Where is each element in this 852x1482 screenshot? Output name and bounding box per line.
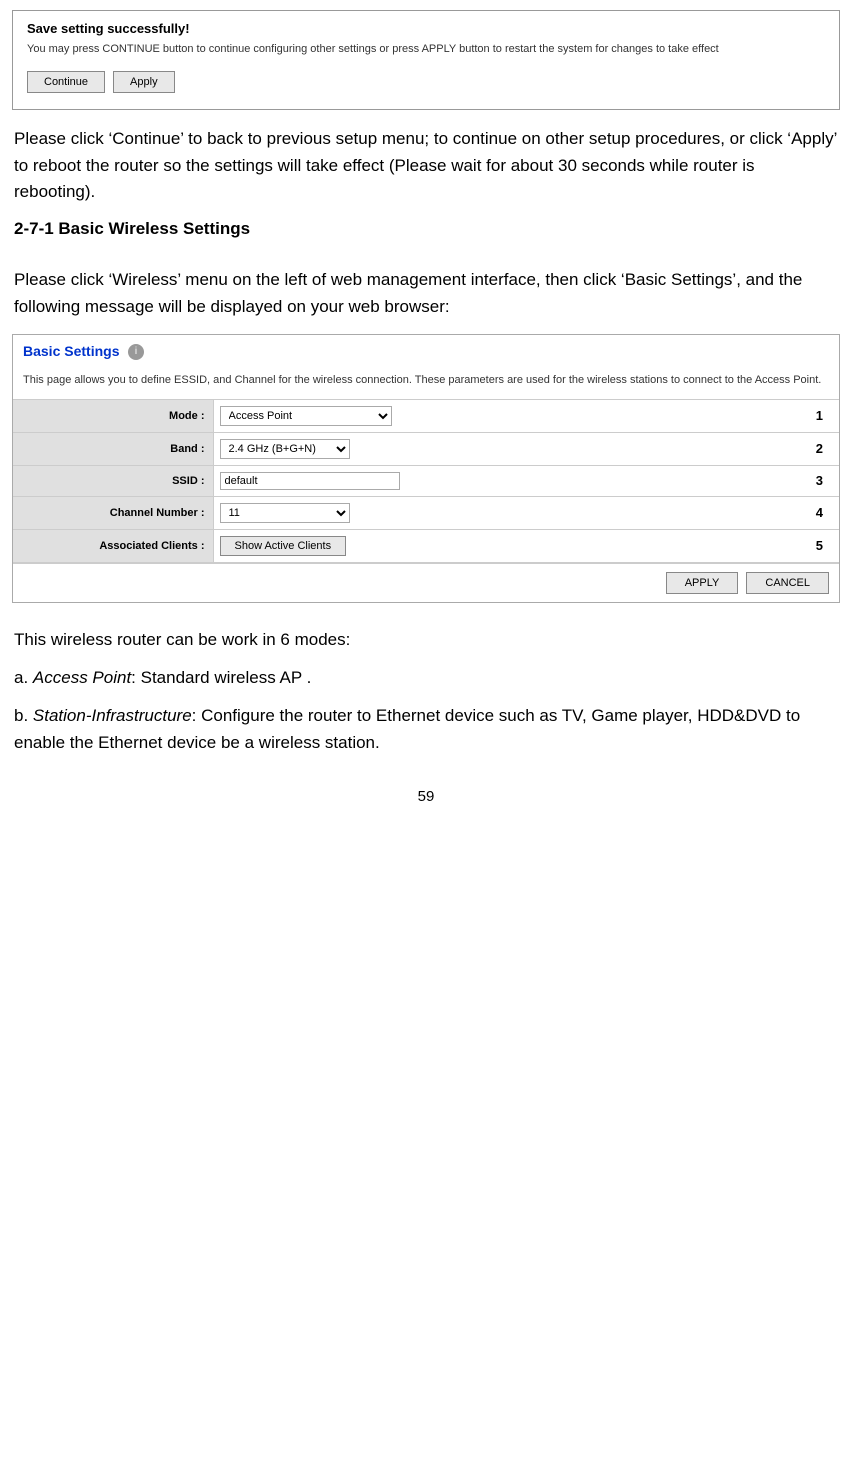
basic-settings-panel: Basic Settings i This page allows you to… — [12, 334, 840, 602]
band-select[interactable]: 2.4 GHz (B+G+N) 2.4 GHz (B) 2.4 GHz (G) … — [220, 439, 350, 459]
apply-button-top[interactable]: Apply — [113, 71, 175, 93]
page-number: 59 — [0, 778, 852, 811]
para4b-prefix: b. — [14, 706, 33, 725]
mode-select[interactable]: Access Point Station-Infrastructure AP B… — [220, 406, 392, 426]
panel-cancel-button[interactable]: CANCEL — [746, 572, 829, 594]
success-body: You may press CONTINUE button to continu… — [27, 42, 825, 57]
channel-label: Channel Number : — [13, 496, 213, 529]
paragraph2-text: Please click ‘Wireless’ menu on the left… — [14, 267, 838, 320]
paragraph2-wrapper: Please click ‘Wireless’ menu on the left… — [0, 251, 852, 320]
row-num-4: 4 — [789, 496, 839, 529]
band-value[interactable]: 2.4 GHz (B+G+N) 2.4 GHz (B) 2.4 GHz (G) … — [213, 432, 789, 465]
panel-action-row: APPLY CANCEL — [13, 563, 839, 602]
table-row: Band : 2.4 GHz (B+G+N) 2.4 GHz (B) 2.4 G… — [13, 432, 839, 465]
settings-table: Mode : Access Point Station-Infrastructu… — [13, 399, 839, 563]
panel-apply-button[interactable]: APPLY — [666, 572, 739, 594]
row-num-3: 3 — [789, 465, 839, 496]
para4a-suffix: : Standard wireless AP . — [131, 668, 311, 687]
mode-label: Mode : — [13, 399, 213, 432]
intro-paragraph: Please click ‘Continue’ to back to previ… — [0, 110, 852, 205]
table-row: Associated Clients : Show Active Clients… — [13, 529, 839, 562]
para4a-prefix: a. — [14, 668, 33, 687]
para4a-italic: Access Point — [33, 668, 131, 687]
show-active-clients-button[interactable]: Show Active Clients — [220, 536, 347, 556]
para4b-italic: Station-Infrastructure — [33, 706, 192, 725]
row-num-2: 2 — [789, 432, 839, 465]
associated-clients-value[interactable]: Show Active Clients — [213, 529, 789, 562]
panel-title-bar: Basic Settings i — [13, 335, 839, 367]
success-banner: Save setting successfully! You may press… — [12, 10, 840, 110]
body-text-section: This wireless router can be work in 6 mo… — [0, 617, 852, 778]
ssid-input[interactable] — [220, 472, 400, 490]
ssid-label: SSID : — [13, 465, 213, 496]
info-icon: i — [128, 344, 144, 360]
continue-button[interactable]: Continue — [27, 71, 105, 93]
channel-select[interactable]: 11 1234 5678 9101213 — [220, 503, 350, 523]
associated-clients-label: Associated Clients : — [13, 529, 213, 562]
table-row: Mode : Access Point Station-Infrastructu… — [13, 399, 839, 432]
section-heading: 2-7-1 Basic Wireless Settings — [14, 219, 838, 239]
paragraph4b: b. Station-Infrastructure: Configure the… — [14, 703, 838, 756]
paragraph1-text: Please click ‘Continue’ to back to previ… — [14, 126, 838, 205]
band-label: Band : — [13, 432, 213, 465]
row-num-5: 5 — [789, 529, 839, 562]
panel-title: Basic Settings — [23, 343, 119, 359]
table-row: Channel Number : 11 1234 5678 9101213 4 — [13, 496, 839, 529]
paragraph3-text: This wireless router can be work in 6 mo… — [14, 627, 838, 653]
table-row: SSID : 3 — [13, 465, 839, 496]
success-title: Save setting successfully! — [27, 21, 825, 36]
ssid-value[interactable] — [213, 465, 789, 496]
channel-value[interactable]: 11 1234 5678 9101213 — [213, 496, 789, 529]
mode-value[interactable]: Access Point Station-Infrastructure AP B… — [213, 399, 789, 432]
paragraph4a: a. Access Point: Standard wireless AP . — [14, 665, 838, 691]
success-button-row: Continue Apply — [27, 71, 825, 93]
panel-description: This page allows you to define ESSID, an… — [13, 367, 839, 398]
row-num-1: 1 — [789, 399, 839, 432]
page-wrapper: Save setting successfully! You may press… — [0, 10, 852, 851]
